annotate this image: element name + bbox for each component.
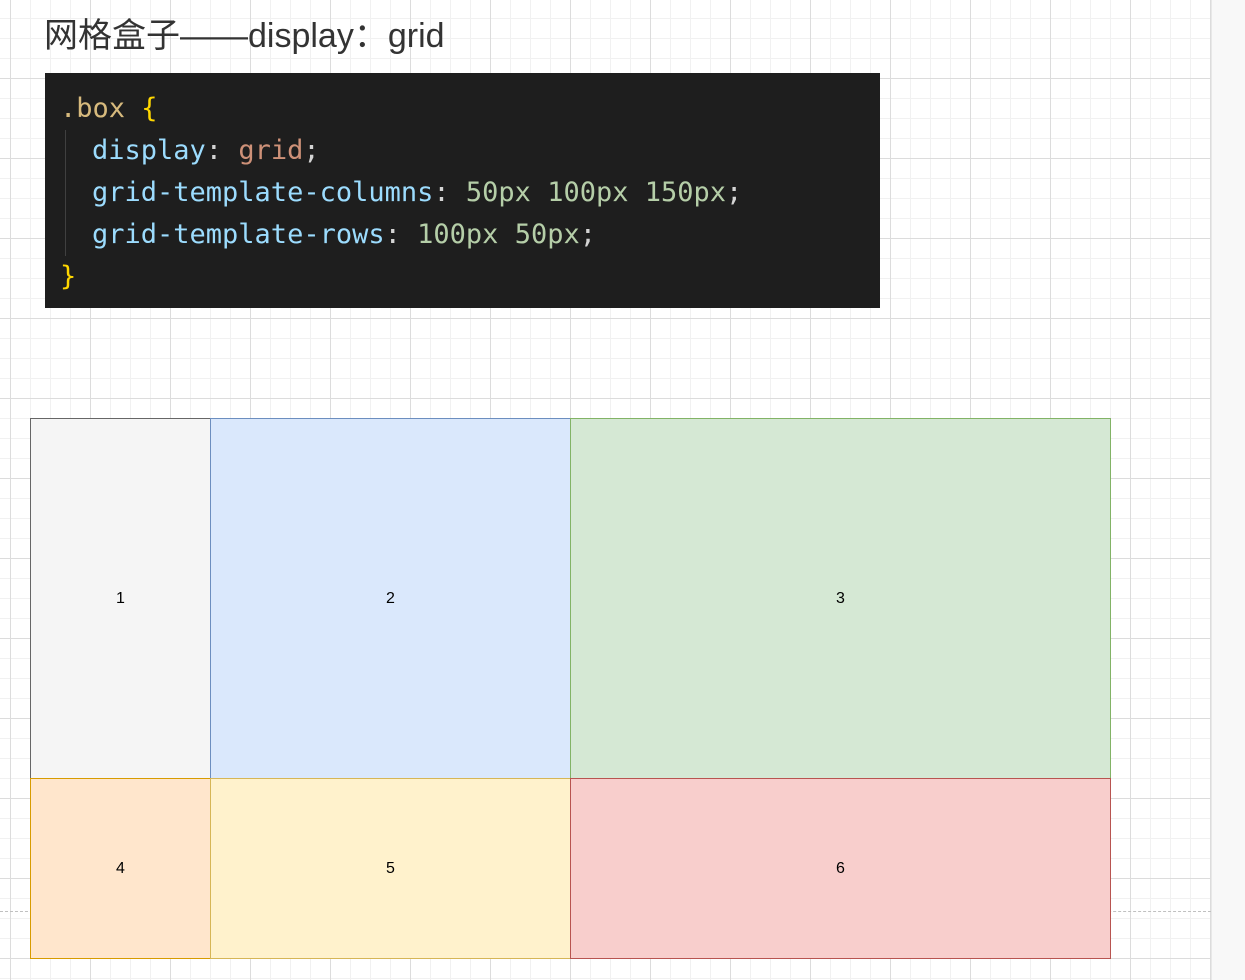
indent-guide	[60, 214, 92, 256]
code-close-brace: }	[60, 261, 77, 292]
code-line-declaration: grid-template-rows: 100px 50px;	[60, 214, 880, 256]
code-semicolon: ;	[303, 135, 320, 166]
grid-cell-6: 6	[570, 778, 1111, 959]
code-value: 150px	[644, 177, 727, 208]
code-selector: .box	[60, 93, 126, 124]
grid-cell-label: 1	[116, 589, 125, 607]
code-line-selector: .box {	[60, 88, 880, 130]
code-colon: :	[205, 135, 223, 166]
code-value: 100px	[547, 177, 629, 208]
grid-cell-label: 6	[836, 859, 845, 877]
grid-diagram: 1 2 3 4 5 6	[30, 418, 1111, 959]
indent-guide	[60, 130, 92, 172]
code-value: grid	[238, 135, 304, 166]
code-value: 100px	[417, 219, 499, 250]
grid-cell-label: 5	[386, 859, 395, 877]
code-property: grid-template-columns	[92, 177, 434, 208]
grid-cell-label: 4	[116, 859, 125, 877]
code-open-brace: {	[141, 93, 158, 124]
code-property: display	[92, 135, 206, 166]
code-semicolon: ;	[726, 177, 743, 208]
grid-cell-label: 2	[386, 589, 395, 607]
code-declarations: display: grid; grid-template-columns: 50p…	[60, 130, 880, 256]
code-semicolon: ;	[579, 219, 596, 250]
grid-cell-5: 5	[210, 778, 571, 959]
right-panel-strip	[1211, 0, 1245, 980]
code-line-declaration: display: grid;	[60, 130, 880, 172]
indent-guide	[60, 172, 92, 214]
code-colon: :	[433, 177, 450, 208]
grid-cell-1: 1	[30, 418, 211, 779]
page-title: 网格盒子——display：grid	[44, 17, 445, 55]
code-value: 50px	[514, 219, 580, 250]
code-colon: :	[384, 219, 401, 250]
grid-cell-4: 4	[30, 778, 211, 959]
grid-cell-3: 3	[570, 418, 1111, 779]
code-line-declaration: grid-template-columns: 50px 100px 150px;	[60, 172, 880, 214]
grid-cell-label: 3	[836, 589, 845, 607]
code-property: grid-template-rows	[92, 219, 385, 250]
grid-cell-2: 2	[210, 418, 571, 779]
code-block: .box { display: grid; grid-template-colum…	[45, 73, 880, 308]
code-line-close: }	[60, 256, 880, 298]
code-value: 50px	[465, 177, 531, 208]
